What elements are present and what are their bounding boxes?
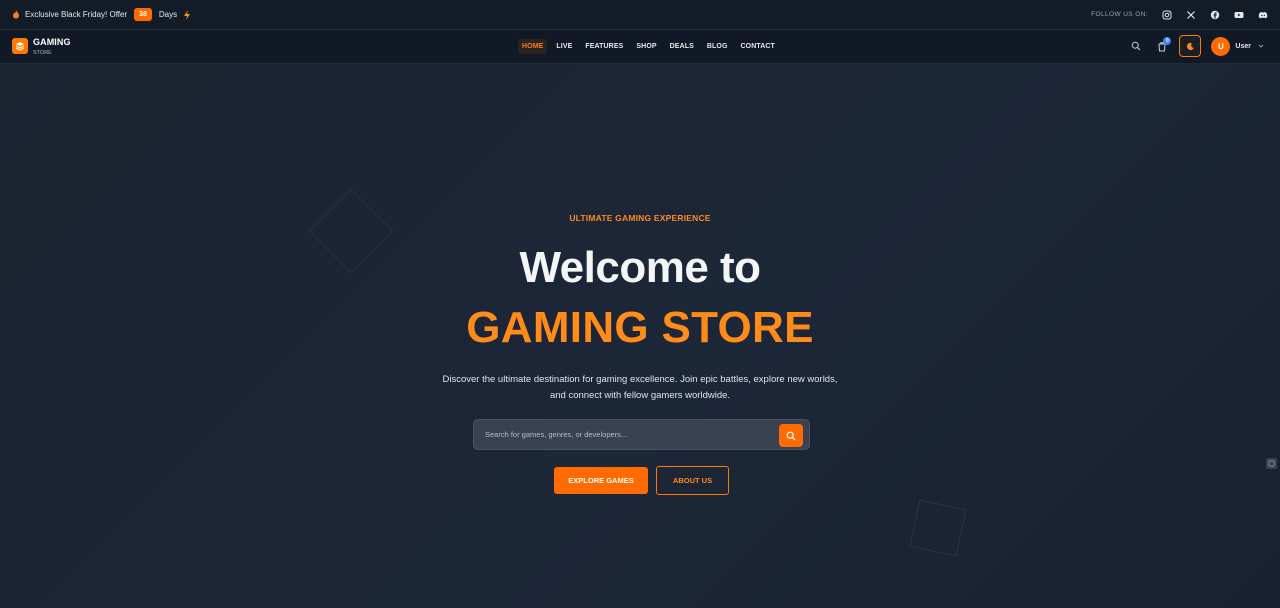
discord-icon[interactable] xyxy=(1258,10,1268,20)
primary-nav: HOME LIVE FEATURES SHOP DEALS BLOG CONTA… xyxy=(518,39,784,54)
logo-subtitle: STORE xyxy=(33,50,52,56)
decorative-square xyxy=(909,499,967,557)
hero-section: ULTIMATE GAMING EXPERIENCE Welcome to GA… xyxy=(0,64,1280,608)
cart-icon[interactable]: 0 xyxy=(1157,36,1172,52)
avatar: U xyxy=(1211,36,1231,56)
chevron-down-icon xyxy=(1258,43,1264,49)
fire-icon xyxy=(12,10,20,19)
follow-label: FOLLOW US ON: xyxy=(1091,11,1148,18)
explore-games-button[interactable]: EXPLORE GAMES xyxy=(554,467,648,494)
nav-features[interactable]: FEATURES xyxy=(581,39,627,54)
hero-headline-line1: Welcome to xyxy=(519,243,761,292)
logo-icon xyxy=(12,38,28,54)
top-announcement-bar: Exclusive Black Friday! Offer 38 Days FO… xyxy=(0,0,1280,30)
hero-eyebrow: ULTIMATE GAMING EXPERIENCE xyxy=(569,213,711,223)
nav-blog[interactable]: BLOG xyxy=(703,39,732,54)
search-input[interactable] xyxy=(485,430,765,439)
main-navbar: GAMING STORE HOME LIVE FEATURES SHOP DEA… xyxy=(0,30,1280,64)
logo-title: GAMING xyxy=(33,37,71,47)
hero-description: Discover the ultimate destination for ga… xyxy=(442,374,838,401)
nav-shop[interactable]: SHOP xyxy=(632,39,660,54)
widget-icon xyxy=(1268,460,1275,467)
user-menu[interactable]: U User xyxy=(1211,36,1264,56)
nav-contact[interactable]: CONTACT xyxy=(737,39,779,54)
days-label: Days xyxy=(158,10,178,19)
facebook-icon[interactable] xyxy=(1210,10,1220,20)
days-countdown-badge: 38 xyxy=(134,8,152,21)
hero-headline-line2: GAMING STORE xyxy=(466,303,814,352)
x-icon[interactable] xyxy=(1186,10,1196,20)
search-icon[interactable] xyxy=(1131,41,1141,51)
bolt-icon xyxy=(184,9,191,20)
navbar-actions: 0 U User xyxy=(1131,35,1264,57)
offer-banner: Exclusive Black Friday! Offer 38 Days xyxy=(12,8,191,21)
hero-search-bar xyxy=(473,419,810,450)
site-logo[interactable]: GAMING STORE xyxy=(12,38,71,57)
nav-live[interactable]: LIVE xyxy=(552,39,576,54)
offer-text: Exclusive Black Friday! Offer xyxy=(25,10,128,19)
side-widget-button[interactable] xyxy=(1266,458,1277,469)
nav-deals[interactable]: DEALS xyxy=(666,39,698,54)
social-follow: FOLLOW US ON: xyxy=(1091,10,1268,20)
cart-count-badge: 0 xyxy=(1163,36,1172,45)
search-icon xyxy=(786,431,796,440)
moon-icon xyxy=(1186,42,1194,50)
youtube-icon[interactable] xyxy=(1234,10,1244,20)
search-button[interactable] xyxy=(779,424,803,447)
instagram-icon[interactable] xyxy=(1162,10,1172,20)
theme-toggle-button[interactable] xyxy=(1179,35,1202,57)
user-name: User xyxy=(1235,42,1251,50)
about-us-button[interactable]: ABOUT US xyxy=(656,466,729,495)
nav-home[interactable]: HOME xyxy=(518,39,548,54)
